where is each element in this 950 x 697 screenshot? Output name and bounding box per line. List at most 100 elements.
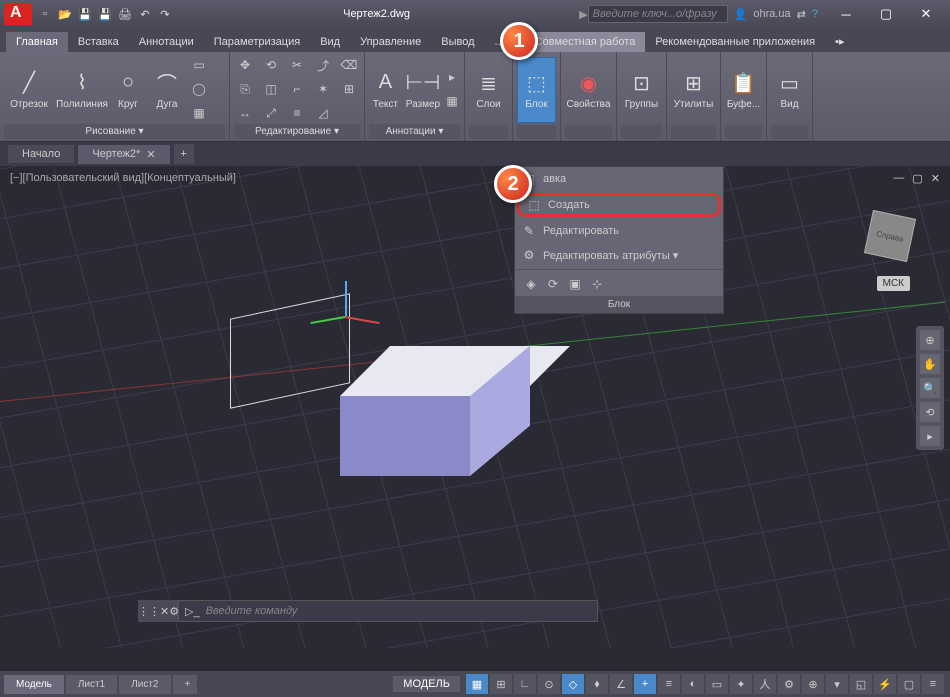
open-icon[interactable]: 📂 <box>56 5 74 23</box>
minimize-button[interactable]: ─ <box>826 2 866 26</box>
annotation-scale-icon[interactable]: 人 <box>754 674 776 694</box>
vp-restore-icon[interactable]: ▢ <box>912 172 922 185</box>
tab-layout1[interactable]: Лист1 <box>66 675 117 694</box>
tab-insert[interactable]: Вставка <box>68 32 129 52</box>
annotation-monitor-icon[interactable]: ⊕ <box>802 674 824 694</box>
text-button[interactable]: AТекст <box>369 59 402 119</box>
tab-start[interactable]: Начало <box>8 145 74 163</box>
plot-icon[interactable]: 🖨 <box>116 5 134 23</box>
fillet-icon[interactable]: ⌐ <box>286 78 308 100</box>
tab-featured[interactable]: Рекомендованные приложения <box>645 32 825 52</box>
sync-attr-icon[interactable]: ⟳ <box>545 276 561 292</box>
tab-layout2[interactable]: Лист2 <box>119 675 170 694</box>
workspace-icon[interactable]: ⚙ <box>778 674 800 694</box>
tab-collaborate[interactable]: Совместная работа <box>525 32 646 52</box>
tab-parametric[interactable]: Параметризация <box>204 32 310 52</box>
add-tab-button[interactable]: + <box>174 144 194 164</box>
add-layout-button[interactable]: + <box>173 675 197 694</box>
customize-icon[interactable]: ≡ <box>922 674 944 694</box>
fullnav-icon[interactable]: ⊕ <box>920 330 940 350</box>
table-icon[interactable]: ▦ <box>444 90 460 112</box>
transparency-icon[interactable]: ◐ <box>682 674 704 694</box>
viewport-label[interactable]: [−][Пользовательский вид][Концептуальный… <box>10 172 236 184</box>
viewcube-face[interactable]: Справа <box>864 210 916 262</box>
panel-edit-title[interactable]: Редактирование ▾ <box>234 124 360 139</box>
copy-icon[interactable]: ⎘ <box>234 78 256 100</box>
hardware-accel-icon[interactable]: ⚡ <box>874 674 896 694</box>
maximize-button[interactable]: ▢ <box>866 2 906 26</box>
orbit-icon[interactable]: ⟲ <box>920 402 940 422</box>
polar-toggle-icon[interactable]: ⊙ <box>538 674 560 694</box>
rect-icon[interactable]: ▭ <box>188 54 210 76</box>
mirror-icon[interactable]: ◫ <box>260 78 282 100</box>
scale-icon[interactable]: ⤢ <box>260 102 282 124</box>
app-logo[interactable] <box>4 3 32 25</box>
osnap-toggle-icon[interactable]: ◇ <box>562 674 584 694</box>
close-tab-icon[interactable]: ✕ <box>146 148 155 161</box>
pan-icon[interactable]: ✋ <box>920 354 940 374</box>
units-icon[interactable]: ▾ <box>826 674 848 694</box>
drawing-area[interactable]: [−][Пользовательский вид][Концептуальный… <box>0 166 950 648</box>
dyn-toggle-icon[interactable]: + <box>634 674 656 694</box>
undo-icon[interactable]: ↶ <box>136 5 154 23</box>
close-button[interactable]: ✕ <box>906 2 946 26</box>
cmdline-close-icon[interactable]: ✕ <box>160 605 169 618</box>
explode-icon[interactable]: ✶ <box>312 78 334 100</box>
tab-drawing[interactable]: Чертеж2*✕ <box>78 145 169 164</box>
otrack-toggle-icon[interactable]: ∠ <box>610 674 632 694</box>
command-line[interactable]: ▷_ Введите команду <box>178 600 598 622</box>
stretch-icon[interactable]: ↔ <box>234 102 256 124</box>
showmotion-icon[interactable]: ▸ <box>920 426 940 446</box>
offset-icon[interactable]: ≡ <box>286 102 308 124</box>
view-button[interactable]: ▭Вид <box>771 60 808 120</box>
polyline-button[interactable]: ⌇Полилиния <box>57 59 107 119</box>
gizmo-icon[interactable]: ✦ <box>730 674 752 694</box>
tab-view[interactable]: Вид <box>310 32 350 52</box>
line-button[interactable]: ╱Отрезок <box>4 59 54 119</box>
rotate-icon[interactable]: ⟲ <box>260 54 282 76</box>
panel-draw-title[interactable]: Рисование ▾ <box>4 124 225 139</box>
leader-icon[interactable]: ▸ <box>444 66 460 88</box>
command-input[interactable]: Введите команду <box>206 605 298 617</box>
dropdown-editattr-row[interactable]: ⚙ Редактировать атрибуты ▾ <box>515 243 723 267</box>
retain-attr-icon[interactable]: ▣ <box>567 276 583 292</box>
ellipse-icon[interactable]: ◯ <box>188 78 210 100</box>
layers-button[interactable]: ≣Слои <box>469 60 508 120</box>
tab-output[interactable]: Вывод <box>431 32 484 52</box>
3dosnap-toggle-icon[interactable]: ⬧ <box>586 674 608 694</box>
properties-button[interactable]: ◉Свойства <box>565 60 612 120</box>
clipboard-button[interactable]: 📋Буфе... <box>725 60 762 120</box>
save-icon[interactable]: 💾 <box>76 5 94 23</box>
grid-toggle-icon[interactable]: ▦ <box>466 674 488 694</box>
new-icon[interactable]: ▫ <box>36 5 54 23</box>
user-name[interactable]: ohra.ua <box>753 8 790 20</box>
vp-minimize-icon[interactable]: — <box>893 172 904 185</box>
dropdown-insert-row[interactable]: ⬚ авка <box>515 167 723 191</box>
base-point-icon[interactable]: ⊹ <box>589 276 605 292</box>
tab-annotate[interactable]: Аннотации <box>129 32 204 52</box>
tab-model[interactable]: Модель <box>4 675 64 694</box>
help-search-input[interactable]: Введите ключ...о/фразу <box>588 5 728 23</box>
dropdown-edit-row[interactable]: ✎ Редактировать <box>515 219 723 243</box>
utilities-button[interactable]: ⊞Утилиты <box>671 60 716 120</box>
wcs-label[interactable]: МСК <box>877 276 910 291</box>
help-icon[interactable]: ? <box>812 8 818 20</box>
signin-icon[interactable]: 👤 <box>734 8 748 21</box>
tab-manage[interactable]: Управление <box>350 32 431 52</box>
erase-icon[interactable]: ⌫ <box>338 54 360 76</box>
block-button[interactable]: ⬚Блок <box>517 57 556 123</box>
cmdline-grip-icon[interactable]: ⋮⋮ <box>138 605 160 618</box>
chamfer-icon[interactable]: ◿ <box>312 102 334 124</box>
tab-more-icon[interactable]: ▪▸ <box>825 31 854 52</box>
snap-toggle-icon[interactable]: ⊞ <box>490 674 512 694</box>
groups-button[interactable]: ⊡Группы <box>621 60 662 120</box>
space-badge[interactable]: МОДЕЛЬ <box>393 676 460 692</box>
hatch-icon[interactable]: ▦ <box>188 102 210 124</box>
panel-annotation-title[interactable]: Аннотации ▾ <box>369 124 460 139</box>
redo-icon[interactable]: ↷ <box>156 5 174 23</box>
cmdline-handle[interactable]: ⋮⋮ ✕ ⚙ <box>138 600 178 622</box>
selection-icon[interactable]: ▭ <box>706 674 728 694</box>
vp-close-icon[interactable]: ✕ <box>931 172 940 185</box>
zoom-icon[interactable]: 🔍 <box>920 378 940 398</box>
ortho-toggle-icon[interactable]: ∟ <box>514 674 536 694</box>
